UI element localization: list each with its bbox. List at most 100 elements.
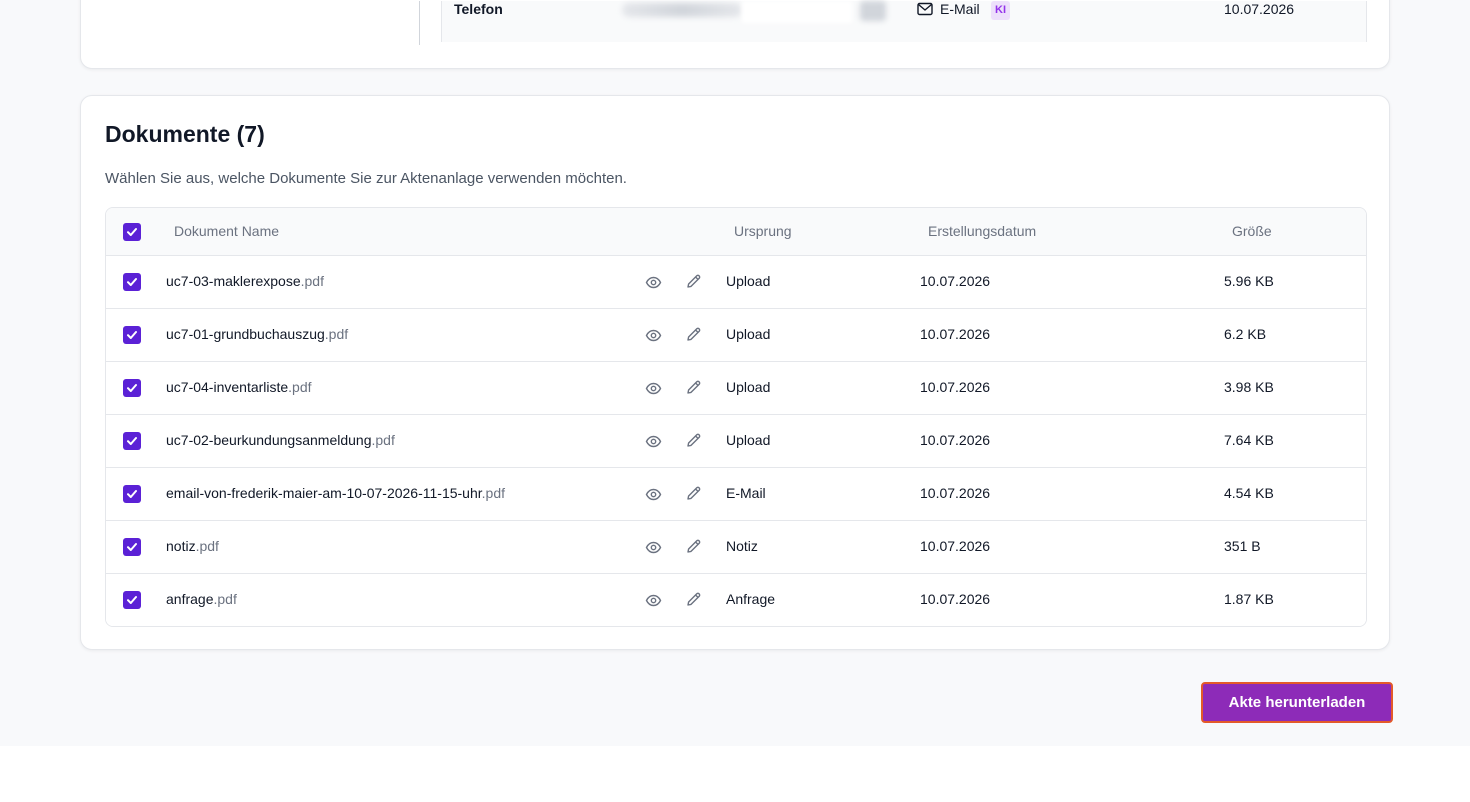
row-checkbox[interactable] [123,326,141,344]
column-header-origin[interactable]: Ursprung [734,223,792,239]
document-basename: uc7-03-maklerexpose [166,273,301,289]
document-date: 10.07.2026 [920,538,991,554]
document-origin: E-Mail [726,485,766,501]
document-name[interactable]: email-von-frederik-maier-am-10-07-2026-1… [166,485,505,501]
ki-badge: KI [991,1,1010,20]
check-icon [127,543,137,551]
eye-icon[interactable] [645,327,662,344]
table-row: uc7-04-inventarliste.pdf Upload 10.07.20… [106,362,1366,415]
pencil-icon[interactable] [685,538,702,555]
eye-icon[interactable] [645,274,662,291]
pencil-icon[interactable] [685,326,702,343]
check-icon [127,228,137,236]
check-icon [127,384,137,392]
document-date: 10.07.2026 [920,273,991,289]
document-basename: email-von-frederik-maier-am-10-07-2026-1… [166,485,482,501]
documents-table: Dokument Name Ursprung Erstellungsdatum … [105,207,1367,627]
document-basename: anfrage [166,591,214,607]
download-file-button[interactable]: Akte herunterladen [1201,682,1393,723]
document-origin: Upload [726,326,771,342]
table-row: uc7-03-maklerexpose.pdf Upload 10.07.202… [106,256,1366,309]
check-icon [127,596,137,604]
table-row: anfrage.pdf Anfrage 10.07.2026 1.87 KB [106,574,1366,626]
document-origin: Upload [726,379,771,395]
document-extension: .pdf [324,326,349,342]
document-extension: .pdf [481,485,506,501]
document-size: 351 B [1224,538,1261,554]
document-size: 6.2 KB [1224,326,1267,342]
check-icon [127,331,137,339]
document-basename: notiz [166,538,196,554]
document-size: 1.87 KB [1224,591,1274,607]
pencil-icon[interactable] [685,432,702,449]
contact-label: Telefon [454,1,503,17]
table-row: email-von-frederik-maier-am-10-07-2026-1… [106,468,1366,521]
pencil-icon[interactable] [685,273,702,290]
eye-icon[interactable] [645,539,662,556]
eye-icon[interactable] [645,380,662,397]
document-extension: .pdf [195,538,219,554]
contact-row: Telefon E-Mail KI 10.07.2026 [441,1,1367,42]
blurred-phone-value [622,3,742,17]
document-origin: Upload [726,273,771,289]
document-name[interactable]: uc7-04-inventarliste.pdf [166,379,312,395]
row-checkbox[interactable] [123,273,141,291]
eye-icon[interactable] [645,592,662,609]
document-date: 10.07.2026 [920,379,991,395]
documents-title: Dokumente (7) [105,121,265,147]
document-extension: .pdf [300,273,324,289]
table-row: uc7-02-beurkundungsanmeldung.pdf Upload … [106,415,1366,468]
document-origin: Notiz [726,538,758,554]
document-basename: uc7-04-inventarliste [166,379,289,395]
contact-card: Telefon E-Mail KI 10.07.2026 [80,0,1390,69]
document-origin: Anfrage [726,591,776,607]
document-basename: uc7-01-grundbuchauszug [166,326,325,342]
pencil-icon[interactable] [685,485,702,502]
pencil-icon[interactable] [685,591,702,608]
document-name[interactable]: uc7-02-beurkundungsanmeldung.pdf [166,432,395,448]
table-row: notiz.pdf Notiz 10.07.2026 351 B [106,521,1366,574]
table-row: uc7-01-grundbuchauszug.pdf Upload 10.07.… [106,309,1366,362]
column-header-date[interactable]: Erstellungsdatum [928,223,1036,239]
document-date: 10.07.2026 [920,432,991,448]
row-checkbox[interactable] [123,485,141,503]
check-icon [127,278,137,286]
table-header: Dokument Name Ursprung Erstellungsdatum … [106,208,1366,256]
check-icon [127,490,137,498]
document-date: 10.07.2026 [920,326,991,342]
document-date: 10.07.2026 [920,591,991,607]
document-date: 10.07.2026 [920,485,991,501]
document-size: 5.96 KB [1224,273,1274,289]
document-basename: uc7-02-beurkundungsanmeldung [166,432,372,448]
document-extension: .pdf [213,591,237,607]
eye-icon[interactable] [645,486,662,503]
download-button-label: Akte herunterladen [1228,694,1366,711]
row-checkbox[interactable] [123,538,141,556]
document-extension: .pdf [288,379,312,395]
document-size: 7.64 KB [1224,432,1274,448]
check-icon [127,437,137,445]
documents-subtitle: Wählen Sie aus, welche Dokumente Sie zur… [105,170,627,187]
select-all-checkbox[interactable] [123,223,141,241]
eye-icon[interactable] [645,433,662,450]
document-name[interactable]: uc7-03-maklerexpose.pdf [166,273,324,289]
row-checkbox[interactable] [123,591,141,609]
row-checkbox[interactable] [123,379,141,397]
blurred-area [742,1,852,23]
documents-card: Dokumente (7) Wählen Sie aus, welche Dok… [80,95,1390,650]
document-origin: Upload [726,432,771,448]
pencil-icon[interactable] [685,379,702,396]
blurred-copy-button[interactable] [860,1,886,21]
contact-date: 10.07.2026 [1224,1,1295,17]
column-header-size[interactable]: Größe [1232,223,1272,239]
document-extension: .pdf [371,432,395,448]
mail-icon [917,2,933,16]
row-checkbox[interactable] [123,432,141,450]
document-name[interactable]: anfrage.pdf [166,591,237,607]
column-header-name[interactable]: Dokument Name [174,223,279,239]
document-size: 3.98 KB [1224,379,1274,395]
contact-channel: E-Mail [940,1,980,17]
document-name[interactable]: uc7-01-grundbuchauszug.pdf [166,326,348,342]
document-name[interactable]: notiz.pdf [166,538,219,554]
document-size: 4.54 KB [1224,485,1274,501]
